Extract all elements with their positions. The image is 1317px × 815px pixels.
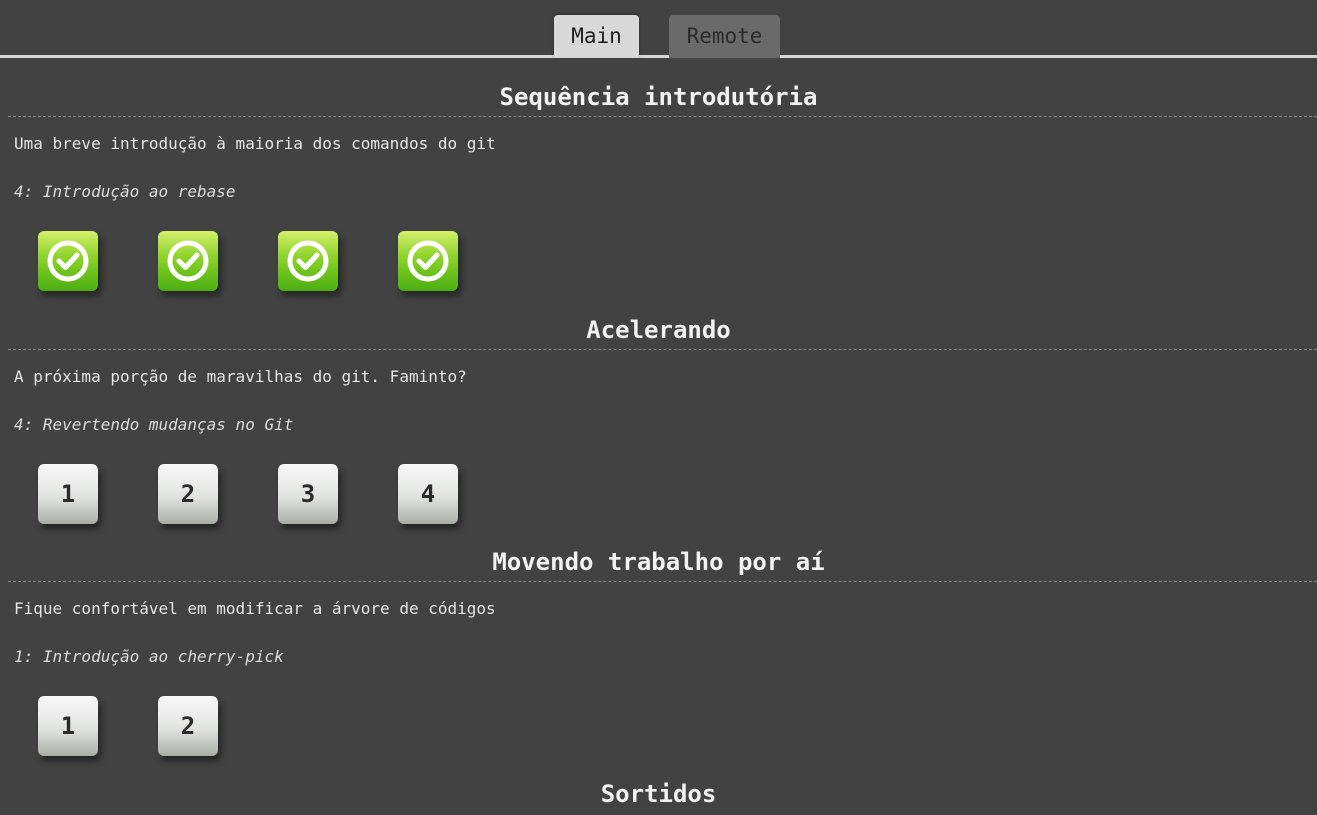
level-button-3[interactable] (278, 231, 338, 291)
level-button-2[interactable] (158, 231, 218, 291)
level-button-4[interactable]: 4 (398, 464, 458, 524)
tab-remote[interactable]: Remote (669, 15, 780, 58)
section-divider (8, 349, 1317, 350)
section-assorted: Sortidos (0, 775, 1317, 815)
tab-bar: Main Remote (0, 0, 1317, 58)
section-title: Sortidos (600, 780, 717, 808)
level-button-2[interactable]: 2 (158, 464, 218, 524)
selected-level-label: 4: Revertendo mudanças no Git (14, 415, 294, 434)
level-button-2[interactable]: 2 (158, 696, 218, 756)
section-title: Sequência introdutória (499, 83, 818, 111)
section-divider (8, 116, 1317, 117)
check-circle-icon (407, 240, 449, 282)
section-accelerating: Acelerando A próxima porção de maravilha… (0, 311, 1317, 531)
section-description: A próxima porção de maravilhas do git. F… (14, 367, 467, 386)
level-button-1[interactable]: 1 (38, 696, 98, 756)
check-circle-icon (47, 240, 89, 282)
section-title: Acelerando (586, 316, 731, 344)
check-circle-icon (167, 240, 209, 282)
section-divider (8, 581, 1317, 582)
section-moving-work: Movendo trabalho por aí Fique confortáve… (0, 543, 1317, 763)
section-description: Fique confortável em modificar a árvore … (14, 599, 496, 618)
section-title: Movendo trabalho por aí (492, 548, 825, 576)
level-button-3[interactable]: 3 (278, 464, 338, 524)
section-description: Uma breve introdução à maioria dos coman… (14, 134, 496, 153)
selected-level-label: 4: Introdução ao rebase (14, 182, 236, 201)
level-button-1[interactable] (38, 231, 98, 291)
level-button-4[interactable] (398, 231, 458, 291)
section-introductory-sequence: Sequência introdutória Uma breve introdu… (0, 78, 1317, 298)
level-button-1[interactable]: 1 (38, 464, 98, 524)
selected-level-label: 1: Introdução ao cherry-pick (14, 647, 284, 666)
tab-main[interactable]: Main (554, 15, 639, 58)
check-circle-icon (287, 240, 329, 282)
